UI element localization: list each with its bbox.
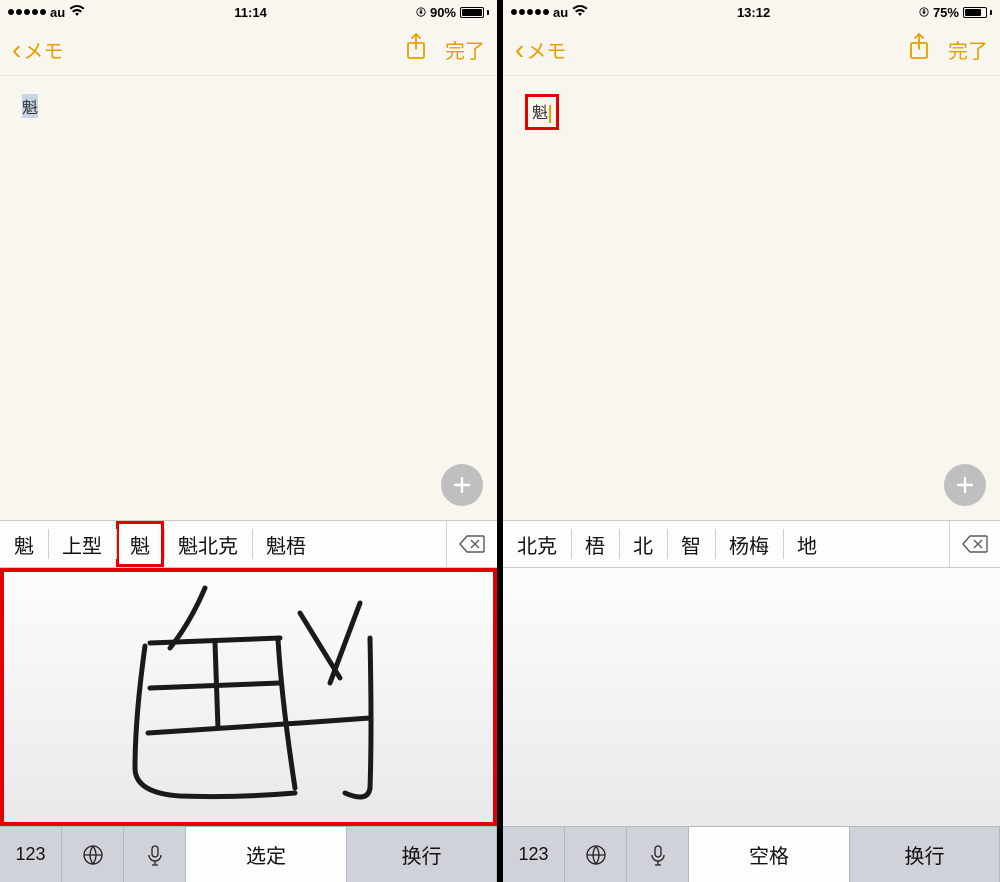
status-bar: au 13:12 75% (503, 0, 1000, 24)
share-button[interactable] (405, 33, 427, 67)
add-button[interactable] (944, 464, 986, 506)
return-key[interactable]: 换行 (347, 827, 497, 882)
candidate-item[interactable]: 杨梅 (715, 521, 783, 567)
wifi-icon (69, 5, 85, 20)
clock-label: 13:12 (737, 5, 770, 20)
text-cursor (549, 105, 551, 123)
backspace-icon (459, 535, 485, 553)
clock-label: 11:14 (234, 5, 267, 20)
battery-pct-label: 90% (430, 5, 456, 20)
back-label: メモ (526, 35, 566, 64)
candidate-item[interactable]: 魁 (0, 521, 48, 567)
handwriting-stroke-icon (0, 568, 497, 826)
candidate-bar: 北克 梧 北 智 杨梅 地 (503, 520, 1000, 568)
backspace-icon (962, 535, 988, 553)
microphone-icon (143, 843, 167, 867)
candidate-item[interactable]: 上型 (48, 521, 116, 567)
rotation-lock-icon (416, 5, 426, 20)
candidate-item[interactable]: 魁 (116, 521, 164, 567)
microphone-icon (646, 843, 670, 867)
candidate-delete-button[interactable] (949, 521, 1000, 567)
candidate-item[interactable]: 梧 (571, 521, 619, 567)
globe-icon (584, 843, 608, 867)
carrier-label: au (50, 5, 65, 20)
numbers-key[interactable]: 123 (0, 827, 62, 882)
candidate-item[interactable]: 智 (667, 521, 715, 567)
battery-fill (462, 9, 482, 16)
note-text: 魁 (22, 94, 38, 118)
battery-icon (963, 7, 992, 18)
candidate-item[interactable]: 地 (783, 521, 831, 567)
back-label: メモ (23, 35, 63, 64)
note-editor[interactable]: 魁 (0, 76, 497, 520)
confirm-key[interactable]: 空格 (689, 827, 850, 882)
highlight-frame: 魁 (525, 94, 559, 130)
battery-pct-label: 75% (933, 5, 959, 20)
globe-icon (81, 843, 105, 867)
nav-bar: ‹ メモ 完了 (503, 24, 1000, 76)
globe-key[interactable] (62, 827, 124, 882)
confirm-key[interactable]: 选定 (186, 827, 347, 882)
signal-dots-icon (511, 9, 549, 15)
keyboard-bottom-row: 123 空格 换行 (503, 826, 1000, 882)
phone-left: au 11:14 90% ‹ メモ (0, 0, 497, 882)
done-button[interactable]: 完了 (948, 35, 988, 64)
wifi-icon (572, 5, 588, 20)
signal-dots-icon (8, 9, 46, 15)
chevron-left-icon: ‹ (515, 36, 524, 64)
status-bar: au 11:14 90% (0, 0, 497, 24)
note-editor[interactable]: 魁 (503, 76, 1000, 520)
back-button[interactable]: ‹ メモ (515, 35, 566, 64)
candidate-bar: 魁 上型 魁 魁北克 魁梧 (0, 520, 497, 568)
handwriting-canvas[interactable] (503, 568, 1000, 826)
candidate-delete-button[interactable] (446, 521, 497, 567)
keyboard-bottom-row: 123 选定 换行 (0, 826, 497, 882)
handwriting-canvas[interactable] (0, 568, 497, 826)
add-button[interactable] (441, 464, 483, 506)
candidate-item[interactable]: 北 (619, 521, 667, 567)
chevron-left-icon: ‹ (12, 36, 21, 64)
dictation-key[interactable] (627, 827, 689, 882)
done-button[interactable]: 完了 (445, 35, 485, 64)
battery-icon (460, 7, 489, 18)
return-key[interactable]: 换行 (850, 827, 1000, 882)
share-button[interactable] (908, 33, 930, 67)
dictation-key[interactable] (124, 827, 186, 882)
globe-key[interactable] (565, 827, 627, 882)
candidate-item[interactable]: 魁北克 (164, 521, 252, 567)
note-text: 魁 (532, 99, 548, 123)
phone-right: au 13:12 75% ‹ メモ (503, 0, 1000, 882)
back-button[interactable]: ‹ メモ (12, 35, 63, 64)
nav-bar: ‹ メモ 完了 (0, 24, 497, 76)
numbers-key[interactable]: 123 (503, 827, 565, 882)
candidate-item[interactable]: 北克 (503, 521, 571, 567)
carrier-label: au (553, 5, 568, 20)
rotation-lock-icon (919, 5, 929, 20)
candidate-item[interactable]: 魁梧 (252, 521, 320, 567)
